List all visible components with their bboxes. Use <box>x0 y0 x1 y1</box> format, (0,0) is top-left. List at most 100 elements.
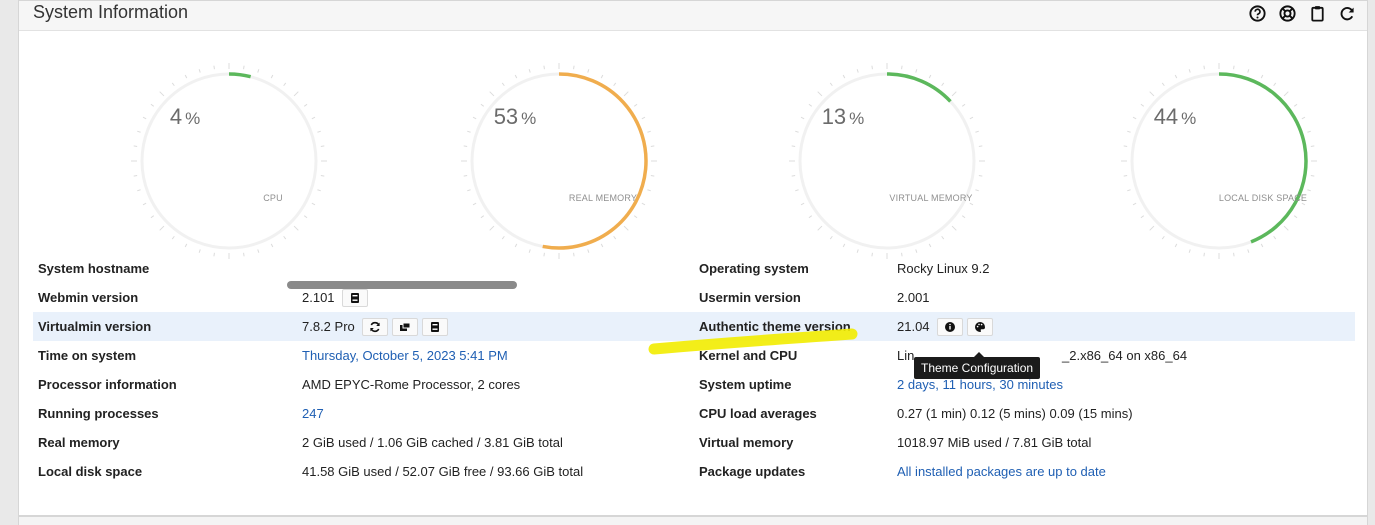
gauge-tick <box>528 69 531 73</box>
gauge-tick <box>317 189 321 192</box>
gauge-tick <box>463 145 468 147</box>
gauge-tick <box>623 225 629 231</box>
row-value-group: 2.101 <box>302 283 369 312</box>
gauge-tick <box>142 202 147 206</box>
row-value: 41.58 GiB used / 52.07 GiB free / 93.66 … <box>302 464 584 479</box>
gauge-tick <box>213 65 215 70</box>
book-icon <box>351 292 360 303</box>
virtualmin-license-button[interactable] <box>392 317 419 336</box>
row-label: Webmin version <box>38 290 139 305</box>
gauge-tick <box>633 103 638 107</box>
gauge-tick <box>1283 91 1289 97</box>
table-row: Time on system Thursday, October 5, 2023… <box>33 341 1355 370</box>
gauge-tick <box>317 130 321 133</box>
theme-info-button[interactable] <box>937 317 964 336</box>
virtualmin-changelog-button[interactable] <box>422 317 449 336</box>
row-label: Processor information <box>38 377 177 392</box>
gauge-tick <box>1174 74 1178 79</box>
gauge-tick <box>1188 69 1191 73</box>
gauge-tick <box>587 249 590 253</box>
gauge-tick <box>528 249 531 253</box>
row-label: System uptime <box>699 377 792 392</box>
help-icon[interactable] <box>1248 4 1267 23</box>
gauge-tick <box>1247 69 1250 73</box>
gauge-tick <box>975 189 979 192</box>
panel-header: System Information <box>19 1 1367 31</box>
gauge-tick <box>293 225 299 231</box>
gauge-tick <box>1132 202 1137 206</box>
gauge-tick <box>842 74 846 79</box>
gauge-tick <box>480 215 485 219</box>
gauge-tick <box>808 215 813 219</box>
running-processes-link[interactable]: 247 <box>302 399 324 428</box>
theme-configuration-button[interactable] <box>967 317 994 336</box>
gauge-tick <box>159 91 165 97</box>
gauge-tick <box>283 82 287 87</box>
gauge-tick <box>489 225 495 231</box>
gauge-tick <box>829 235 833 240</box>
gauge-tick <box>1140 215 1145 219</box>
gauge-tick <box>243 65 245 70</box>
virtualmin-version-value: 7.8.2 Pro <box>302 319 355 334</box>
gauge-value: 44% <box>1115 104 1235 130</box>
gauge-tick <box>1174 243 1178 248</box>
gauge-tick <box>951 225 957 231</box>
gauge-tick <box>1233 65 1235 70</box>
gauge-tick <box>1161 82 1165 87</box>
time-on-system-link[interactable]: Thursday, October 5, 2023 5:41 PM <box>302 341 508 370</box>
gauge-tick <box>613 235 617 240</box>
gauge-tick <box>978 175 983 177</box>
webmin-changelog-button[interactable] <box>342 288 369 307</box>
gauge-unit: % <box>1181 109 1197 128</box>
gauge-tick <box>978 145 983 147</box>
row-label: Package updates <box>699 464 806 479</box>
gauge-tick <box>283 235 287 240</box>
gauge-tick <box>856 249 859 253</box>
table-row: Processor information AMD EPYC-Rome Proc… <box>33 370 1355 399</box>
gauge-tick <box>795 130 799 133</box>
virtualmin-refresh-button[interactable] <box>362 317 389 336</box>
gauge-unit: % <box>521 109 537 128</box>
gauge-dial <box>131 63 327 259</box>
row-value-group: 7.8.2 Pro <box>302 312 449 341</box>
gauge-tick <box>270 74 274 79</box>
package-updates-link[interactable]: All installed packages are up to date <box>897 457 1106 486</box>
gauge-tick <box>647 130 651 133</box>
gauge-tick <box>472 202 477 206</box>
system-information-panel: System Information 4% CPU 53 % REAL MEMO… <box>18 0 1368 516</box>
gauge-tick <box>915 249 918 253</box>
gauge-tick <box>467 189 471 192</box>
gauge-tick <box>1260 74 1264 79</box>
gauge-dial <box>1121 63 1317 259</box>
system-info-table: System hostname Operating system Rocky L… <box>33 254 1355 486</box>
row-value: 0.27 (1 min) 0.12 (5 mins) 0.09 (15 mins… <box>897 406 1133 421</box>
gauge-tick <box>171 235 175 240</box>
gauge-tick <box>817 225 823 231</box>
gauge-tick <box>257 249 260 253</box>
gauge-arc <box>886 72 952 103</box>
table-row: System hostname Operating system Rocky L… <box>33 254 1355 289</box>
gauge-tick <box>1123 145 1128 147</box>
gauge-dial <box>789 63 985 259</box>
gauge-track <box>140 72 318 250</box>
gauge-tick <box>915 69 918 73</box>
gauge-tick <box>489 91 495 97</box>
clipboard-icon[interactable] <box>1308 4 1327 23</box>
gauge-tick <box>573 65 575 70</box>
row-value-group: 21.04 <box>897 312 994 341</box>
row-value: AMD EPYC-Rome Processor, 2 cores <box>302 377 521 392</box>
gauge-tick <box>184 243 188 248</box>
gauge-tick <box>817 91 823 97</box>
gauge-tick <box>800 202 805 206</box>
gauge-tick <box>641 202 646 206</box>
gauge-tick <box>1310 175 1315 177</box>
row-value: 2 GiB used / 1.06 GiB cached / 3.81 GiB … <box>302 435 563 450</box>
lifebuoy-icon[interactable] <box>1278 4 1297 23</box>
gauge-tick <box>1123 175 1128 177</box>
refresh-icon[interactable] <box>1338 4 1357 23</box>
row-label: CPU load averages <box>699 406 817 421</box>
gauge-number: 4 <box>169 104 183 129</box>
gauge-real-memory: 53% REAL MEMORY <box>439 46 679 286</box>
table-row: Local disk space 41.58 GiB used / 52.07 … <box>33 457 1355 486</box>
gauge-tick <box>1307 130 1311 133</box>
